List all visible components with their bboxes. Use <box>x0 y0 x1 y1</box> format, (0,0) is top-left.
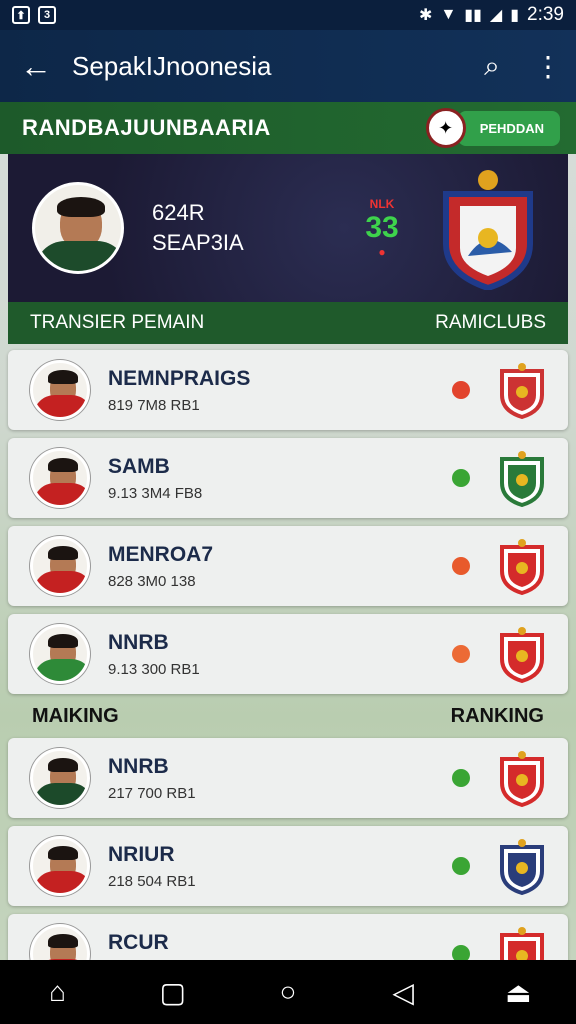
score-indicator: ● <box>378 245 386 259</box>
featured-score: NLK 33 ● <box>352 197 412 259</box>
player-card[interactable]: NEMNPRAIGS 819 7M8 RB1 <box>8 350 568 430</box>
upload-box-icon: ⬆ <box>12 6 30 24</box>
square-number-icon: 3 <box>38 6 56 24</box>
transfer-list: NEMNPRAIGS 819 7M8 RB1 SAMB 9.13 3M4 FB8 MEN… <box>8 350 568 702</box>
status-time: 2:39 <box>527 4 564 25</box>
player-card[interactable]: SAMB 9.13 3M4 FB8 <box>8 438 568 518</box>
header-band: RANDBAJUUNBAARIA ✦ PEHDDAN <box>0 102 576 154</box>
player-info: MENROA7 828 3M0 138 <box>108 543 452 590</box>
signal-2-icon: ◢ <box>489 7 503 24</box>
player-card[interactable]: NNRB 217 700 RB1 <box>8 738 568 818</box>
club-crest-icon <box>500 751 544 807</box>
featured-player-line1: 624R <box>152 200 205 225</box>
back-arrow-icon[interactable]: ← <box>0 48 72 85</box>
app-bar: ← SepakIJnoonesia ⌕ ⋮ <box>0 30 576 102</box>
player-info: SAMB 9.13 3M4 FB8 <box>108 455 452 502</box>
player-avatar <box>30 836 90 896</box>
status-dot-icon <box>452 557 470 575</box>
player-info: NEMNPRAIGS 819 7M8 RB1 <box>108 367 452 414</box>
profile-icon[interactable]: ⏏ <box>488 976 548 1009</box>
home-icon[interactable]: ⌂ <box>28 976 88 1008</box>
pehddan-button[interactable]: PEHDDAN <box>457 110 560 146</box>
player-avatar <box>30 360 90 420</box>
player-name: NEMNPRAIGS <box>108 366 251 390</box>
player-stats: 218 504 RB1 <box>108 872 196 890</box>
player-avatar <box>30 748 90 808</box>
system-nav-bar: ⌂ ▢ ○ ◁ ⏏ <box>0 960 576 1024</box>
status-dot-icon <box>452 381 470 399</box>
player-stats: 9.13 3M4 FB8 <box>108 484 203 502</box>
status-dot-icon <box>452 469 470 487</box>
more-options-icon[interactable]: ⋮ <box>520 50 576 83</box>
status-right: ✱ ▼ ▮▮ ◢ ▮ 2:39 <box>419 4 564 26</box>
player-avatar <box>30 448 90 508</box>
player-stats: 828 3M0 138 <box>108 572 196 590</box>
club-crest-icon <box>500 363 544 419</box>
player-name: NRIUR <box>108 842 175 866</box>
status-left: ⬆ 3 <box>12 6 56 24</box>
player-name: SAMB <box>108 454 170 478</box>
player-card[interactable]: NRIUR 218 504 RB1 <box>8 826 568 906</box>
status-dot-icon <box>452 857 470 875</box>
wifi-icon: ▼ <box>440 6 457 23</box>
player-name: NNRB <box>108 754 169 778</box>
clubs-link[interactable]: RAMICLUBS <box>435 312 546 334</box>
club-crest-icon <box>500 839 544 895</box>
featured-player-card[interactable]: 624R SEAP3IA NLK 33 ● <box>8 154 568 302</box>
player-stats: 217 700 RB1 <box>108 784 196 802</box>
app-title: SepakIJnoonesia <box>72 50 272 81</box>
status-dot-icon <box>452 769 470 787</box>
search-icon[interactable]: ⌕ <box>464 50 520 83</box>
status-bar: ⬆ 3 ✱ ▼ ▮▮ ◢ ▮ 2:39 <box>0 0 576 30</box>
club-crest-icon <box>500 627 544 683</box>
transfer-section-header: TRANSIER PEMAIN RAMICLUBS <box>8 302 568 344</box>
ranking-left-title: MAIKING <box>32 704 119 727</box>
club-crest-icon <box>443 170 533 290</box>
player-name: MENROA7 <box>108 542 214 566</box>
player-info: NRIUR 218 504 RB1 <box>108 843 452 890</box>
club-crest-icon <box>500 539 544 595</box>
player-stats: 819 7M8 RB1 <box>108 396 200 414</box>
player-stats: 9.13 300 RB1 <box>108 660 200 678</box>
player-card[interactable]: MENROA7 828 3M0 138 <box>8 526 568 606</box>
player-info: NNRB 217 700 RB1 <box>108 755 452 802</box>
signal-icon: ▮▮ <box>464 7 482 24</box>
home-circle-icon[interactable]: ○ <box>258 976 318 1008</box>
ranking-section-header: MAIKING RANKING <box>8 696 568 736</box>
recents-icon[interactable]: ▢ <box>143 976 203 1009</box>
ranking-link[interactable]: RANKING <box>451 705 544 728</box>
featured-player-line2: SEAP3IA <box>152 230 244 255</box>
transfer-section-title: TRANSIER PEMAIN <box>30 312 205 333</box>
back-icon[interactable]: ◁ <box>373 976 433 1009</box>
club-badge-icon: ✦ <box>425 108 466 148</box>
featured-player-info: 624R SEAP3IA <box>152 198 352 258</box>
battery-icon: ▮ <box>510 7 520 24</box>
featured-player-avatar <box>32 182 124 274</box>
score-label: NLK <box>369 197 395 211</box>
club-crest-icon <box>500 451 544 507</box>
player-avatar <box>30 624 90 684</box>
player-info: NNRB 9.13 300 RB1 <box>108 631 452 678</box>
status-dot-icon <box>452 645 470 663</box>
player-avatar <box>30 536 90 596</box>
band-title: RANDBAJUUNBAARIA <box>22 115 271 140</box>
player-card[interactable]: NNRB 9.13 300 RB1 <box>8 614 568 694</box>
bluetooth-icon: ✱ <box>419 7 433 24</box>
score-value: 33 <box>365 211 399 244</box>
player-name: RCUR <box>108 930 169 954</box>
player-name: NNRB <box>108 630 169 654</box>
